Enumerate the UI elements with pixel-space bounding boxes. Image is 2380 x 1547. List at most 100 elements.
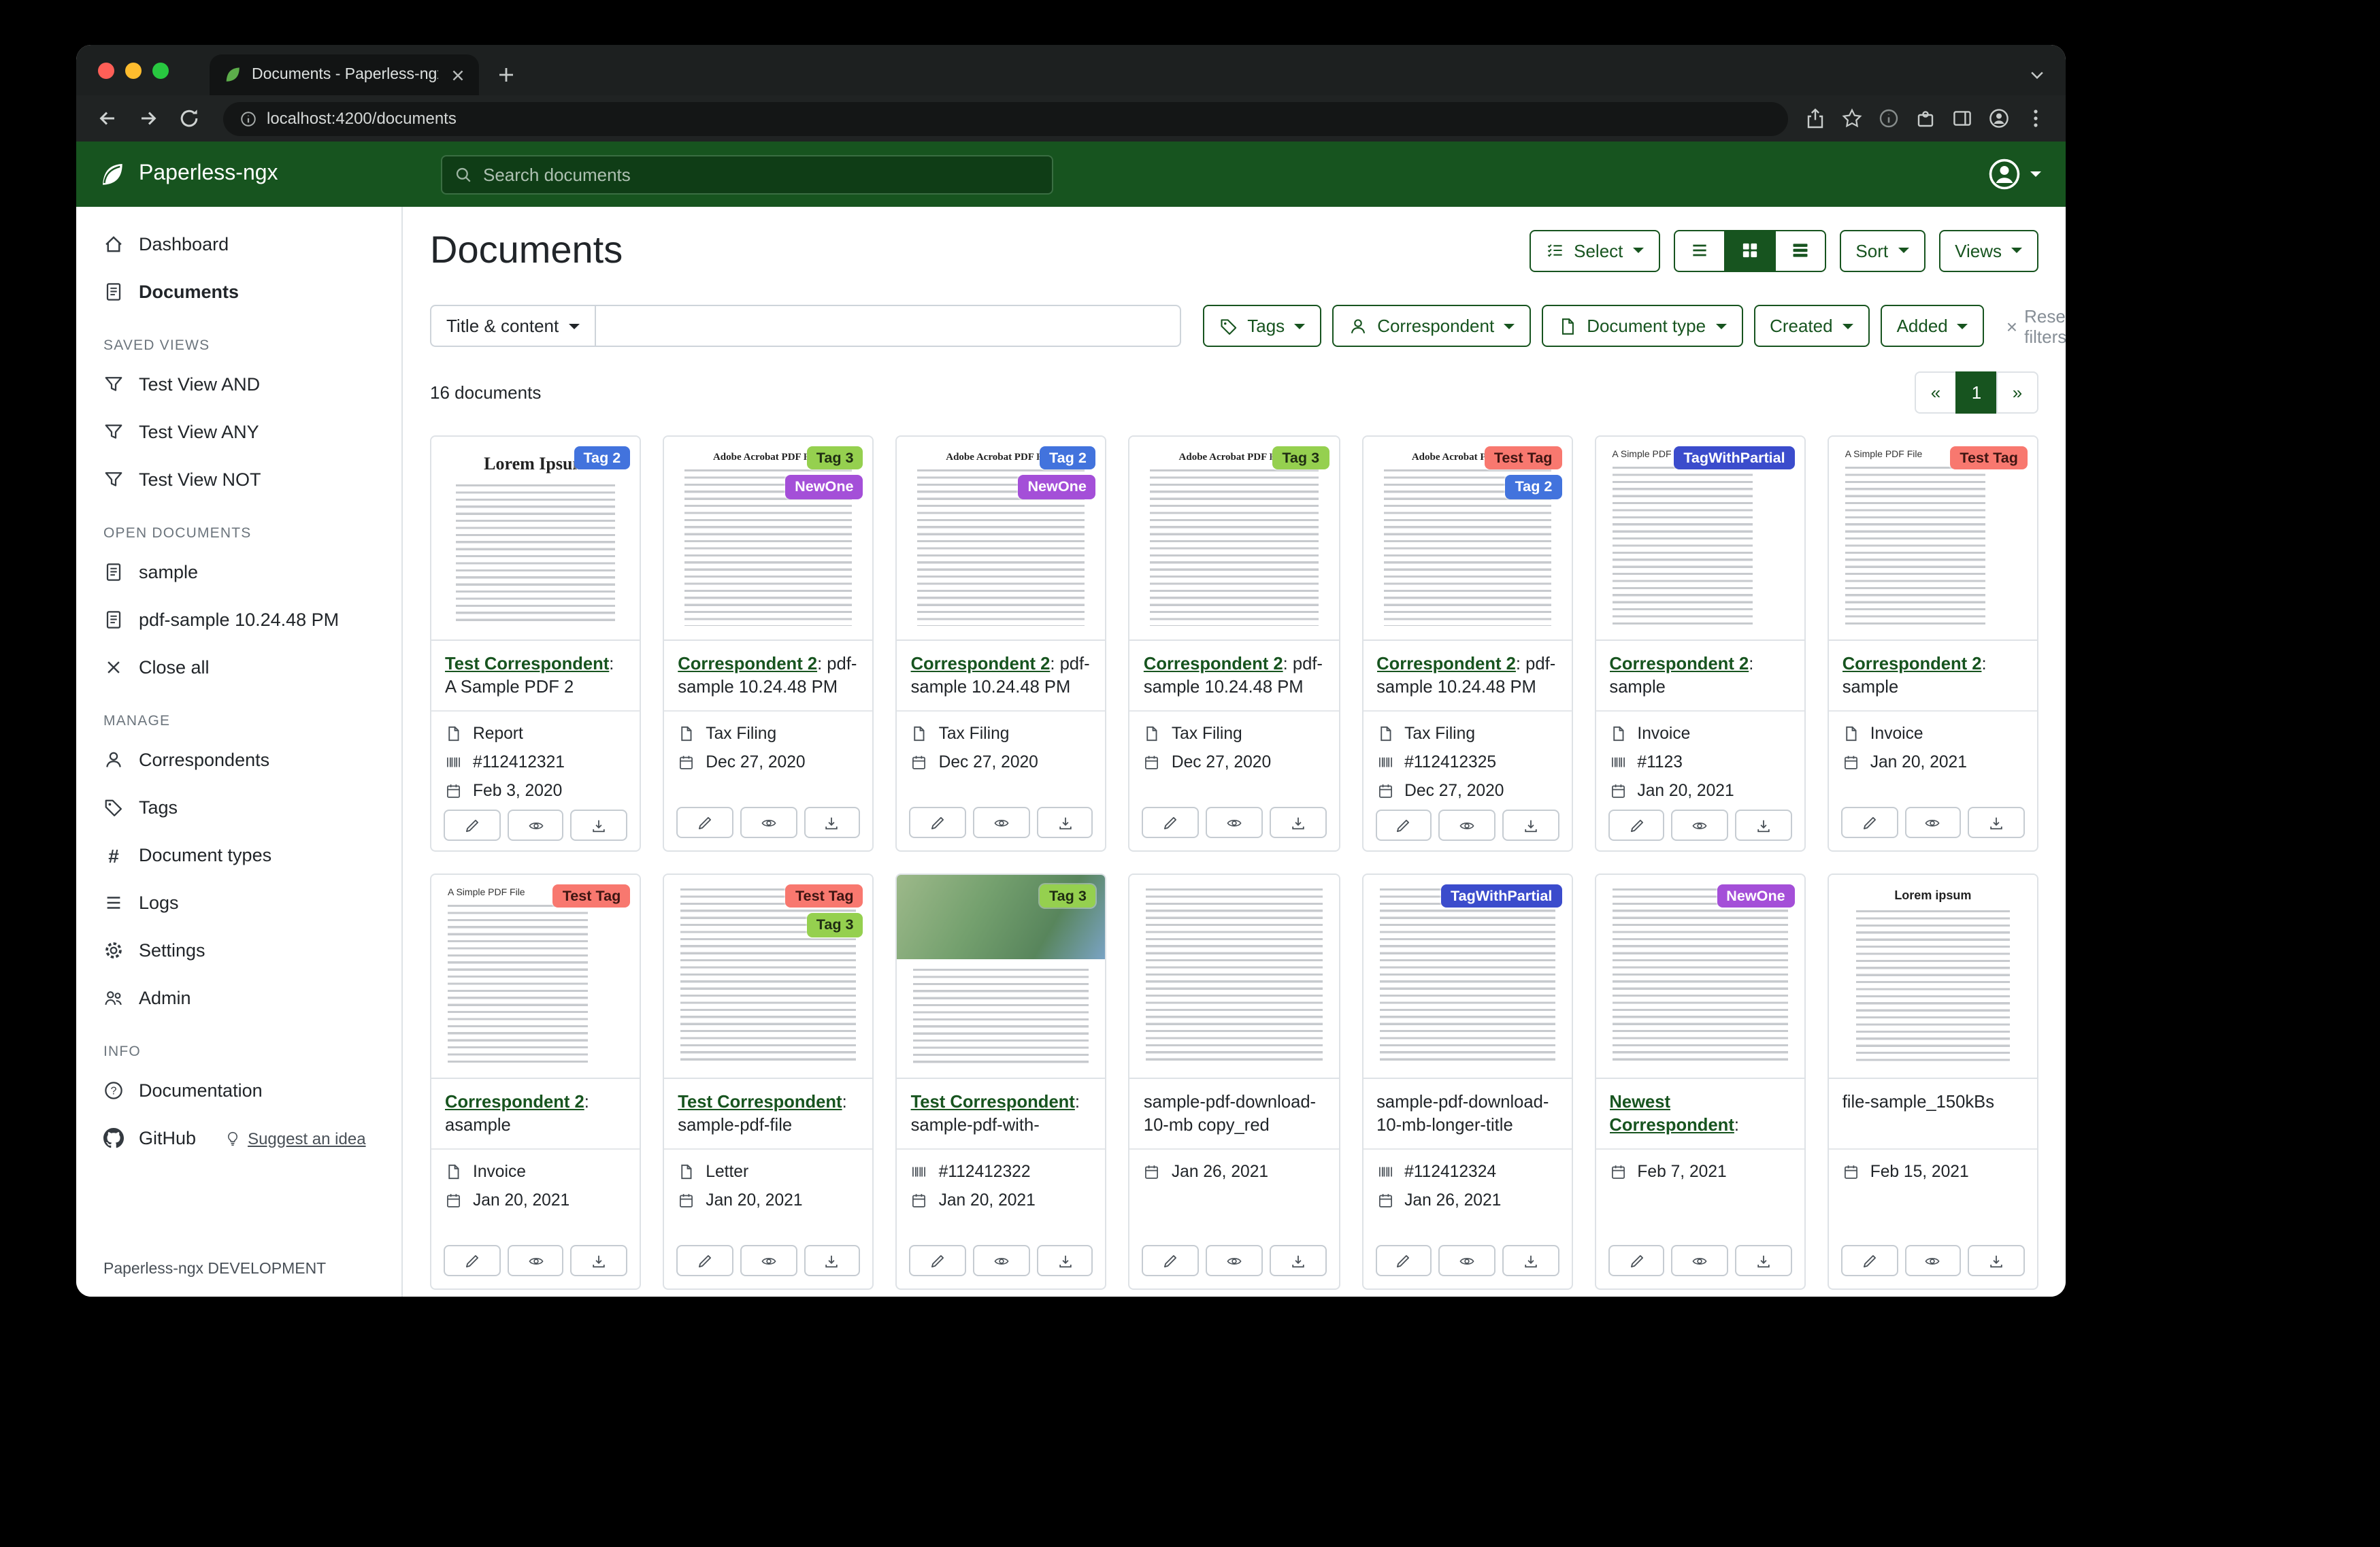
sidebar-item-test-view-and[interactable]: Test View AND — [76, 361, 401, 408]
download-button[interactable] — [804, 1245, 860, 1276]
document-card[interactable]: Tag 3 Test Correspondent: sample-pdf-wit… — [896, 874, 1107, 1290]
view-button[interactable] — [740, 1245, 797, 1276]
sidebar-item-settings[interactable]: Settings — [76, 927, 401, 974]
sidebar-item-github[interactable]: GitHub — [103, 1128, 196, 1148]
next-page-button[interactable]: » — [1996, 371, 2038, 414]
suggest-an-idea-link[interactable]: Suggest an idea — [225, 1129, 366, 1148]
document-card[interactable]: TagWithPartial sample-pdf-download-10-mb… — [1361, 874, 1572, 1290]
select-button[interactable]: Select — [1529, 229, 1659, 271]
sidebar-item-test-view-not[interactable]: Test View NOT — [76, 456, 401, 503]
correspondent-link[interactable]: Correspondent 2 — [678, 653, 817, 673]
info-circle-icon[interactable] — [1878, 107, 1900, 129]
view-button[interactable] — [507, 1245, 563, 1276]
view-button[interactable] — [1439, 810, 1495, 841]
edit-button[interactable] — [676, 807, 733, 838]
tag-badge[interactable]: NewOne — [785, 476, 863, 499]
tag-badge[interactable]: Tag 2 — [574, 446, 630, 470]
edit-button[interactable] — [1375, 1245, 1432, 1276]
download-button[interactable] — [1735, 810, 1791, 841]
download-button[interactable] — [1968, 807, 2025, 838]
correspondent-link[interactable]: Correspondent 2 — [1144, 653, 1283, 673]
tag-badge[interactable]: Tag 2 — [1506, 476, 1562, 499]
sidebar-item-document-types[interactable]: # Document types — [76, 831, 401, 879]
view-button[interactable] — [1904, 1245, 1961, 1276]
download-button[interactable] — [1502, 810, 1559, 841]
document-card[interactable]: A Simple PDF File Test Tag Correspondent… — [430, 874, 641, 1290]
correspondent-link[interactable]: Test Correspondent — [911, 1091, 1075, 1112]
document-card[interactable]: Test TagTag 3 Test Correspondent: sample… — [663, 874, 874, 1290]
sidebar-item-dashboard[interactable]: Dashboard — [76, 220, 401, 268]
browser-menu-icon[interactable] — [2025, 107, 2047, 129]
download-button[interactable] — [1270, 1245, 1326, 1276]
document-thumbnail[interactable]: Tag 3 — [897, 875, 1106, 1079]
document-thumbnail[interactable]: A Simple PDF File TagWithPartial — [1596, 437, 1804, 641]
view-grid-button[interactable] — [1723, 229, 1775, 271]
views-button[interactable]: Views — [1938, 229, 2038, 271]
view-button[interactable] — [740, 807, 797, 838]
address-bar[interactable]: localhost:4200/documents — [223, 101, 1788, 135]
view-details-button[interactable] — [1774, 229, 1825, 271]
edit-button[interactable] — [1142, 1245, 1199, 1276]
app-logo[interactable]: Paperless-ngx — [76, 160, 403, 188]
edit-button[interactable] — [444, 1245, 500, 1276]
edit-button[interactable] — [1608, 1245, 1664, 1276]
download-button[interactable] — [571, 1245, 627, 1276]
view-button[interactable] — [507, 810, 563, 841]
sidebar-item-correspondents[interactable]: Correspondents — [76, 736, 401, 784]
sidebar-item-open-doc-pdf-sample[interactable]: pdf-sample 10.24.48 PM — [76, 596, 401, 644]
view-button[interactable] — [1206, 1245, 1262, 1276]
correspondent-link[interactable]: Correspondent 2 — [911, 653, 1051, 673]
sidebar-item-admin[interactable]: Admin — [76, 974, 401, 1022]
tag-badge[interactable]: Test Tag — [786, 884, 863, 908]
correspondent-link[interactable]: Correspondent 2 — [445, 1091, 584, 1112]
tag-badge[interactable]: Test Tag — [1950, 446, 2028, 470]
tags-filter-button[interactable]: Tags — [1202, 305, 1321, 347]
view-button[interactable] — [1206, 807, 1262, 838]
tab-close-icon[interactable] — [448, 65, 468, 85]
download-button[interactable] — [1036, 1245, 1093, 1276]
edit-button[interactable] — [444, 810, 500, 841]
view-button[interactable] — [973, 807, 1029, 838]
document-card[interactable]: Adobe Acrobat PDF Files Tag 3 Correspond… — [1129, 435, 1340, 852]
added-filter-button[interactable]: Added — [1881, 305, 1985, 347]
correspondent-link[interactable]: Correspondent 2 — [1376, 653, 1516, 673]
tag-badge[interactable]: NewOne — [1018, 476, 1095, 499]
view-list-button[interactable] — [1673, 229, 1725, 271]
correspondent-link[interactable]: Test Correspondent — [445, 653, 609, 673]
sidebar-item-logs[interactable]: Logs — [76, 879, 401, 927]
page-1-button[interactable]: 1 — [1955, 371, 1998, 414]
download-button[interactable] — [1502, 1245, 1559, 1276]
tag-badge[interactable]: Tag 3 — [807, 446, 863, 470]
tag-badge[interactable]: Test Tag — [553, 884, 631, 908]
forward-button[interactable] — [131, 101, 166, 136]
side-panel-icon[interactable] — [1951, 107, 1973, 129]
edit-button[interactable] — [1608, 810, 1664, 841]
tag-badge[interactable]: TagWithPartial — [1441, 884, 1561, 908]
download-button[interactable] — [571, 810, 627, 841]
correspondent-filter-button[interactable]: Correspondent — [1332, 305, 1531, 347]
edit-button[interactable] — [1841, 1245, 1898, 1276]
correspondent-link[interactable]: Newest Correspondent — [1609, 1091, 1734, 1135]
document-thumbnail[interactable]: Lorem ipsum — [1829, 875, 2037, 1079]
document-thumbnail[interactable]: Lorem Ipsum Tag 2 — [431, 437, 640, 641]
sidebar-item-documents[interactable]: Documents — [76, 268, 401, 316]
download-button[interactable] — [1270, 807, 1326, 838]
sidebar-item-tags[interactable]: Tags — [76, 784, 401, 831]
edit-button[interactable] — [1841, 807, 1898, 838]
view-button[interactable] — [1672, 810, 1728, 841]
document-card[interactable]: sample-pdf-download-10-mb copy_red Jan 2… — [1129, 874, 1340, 1290]
created-filter-button[interactable]: Created — [1753, 305, 1870, 347]
tab-search-chevron-icon[interactable] — [2028, 65, 2047, 84]
user-menu[interactable] — [1987, 156, 2041, 192]
edit-button[interactable] — [910, 1245, 966, 1276]
sidebar-item-close-all[interactable]: Close all — [76, 644, 401, 691]
tag-badge[interactable]: Tag 3 — [1040, 884, 1096, 908]
document-card[interactable]: Lorem Ipsum Tag 2 Test Correspondent: A … — [430, 435, 641, 852]
document-card[interactable]: NewOne Newest Correspondent: f_combineds… — [1594, 874, 1805, 1290]
correspondent-link[interactable]: Test Correspondent — [678, 1091, 842, 1112]
document-card[interactable]: Lorem ipsum file-sample_150kBs Feb 15, 2… — [1828, 874, 2038, 1290]
document-thumbnail[interactable]: TagWithPartial — [1363, 875, 1571, 1079]
reload-button[interactable] — [171, 101, 207, 136]
bookmark-star-icon[interactable] — [1841, 107, 1863, 129]
document-card[interactable]: Adobe Acrobat PDF Files Tag 3NewOne Corr… — [663, 435, 874, 852]
